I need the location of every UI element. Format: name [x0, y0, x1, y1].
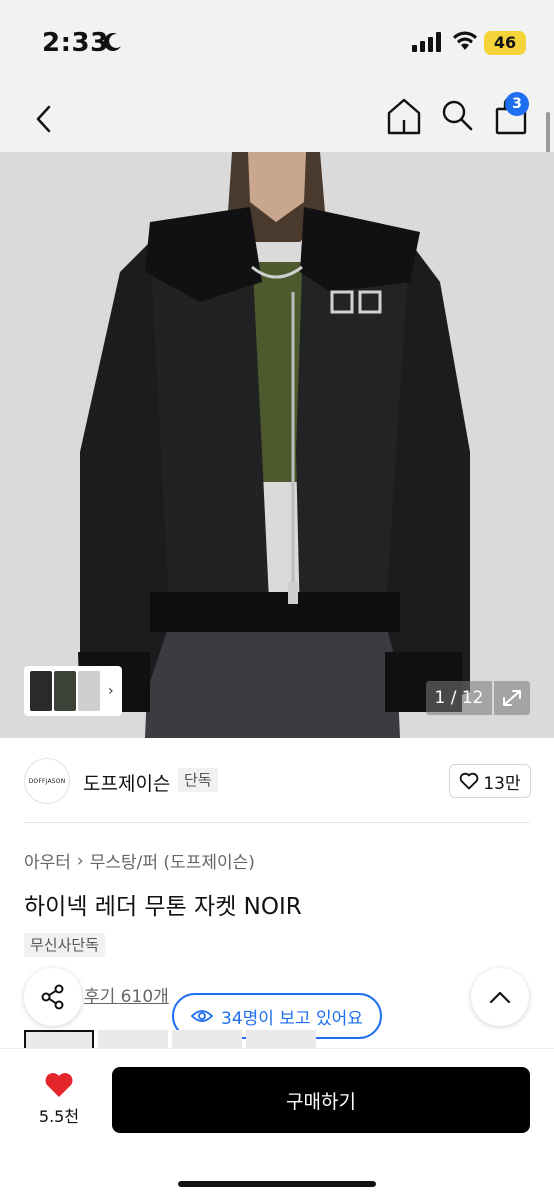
expand-image-button[interactable] — [494, 681, 530, 715]
color-option-thumbnails[interactable] — [24, 1030, 530, 1048]
brand-row: DOFFJASON 도프제이슨 단독 13만 — [0, 738, 554, 824]
gallery-thumbnail[interactable] — [78, 671, 100, 711]
gallery-thumbnail[interactable] — [30, 671, 52, 711]
search-icon[interactable] — [440, 96, 474, 136]
review-link[interactable]: 후기 610개 — [84, 982, 169, 1007]
home-icon[interactable] — [386, 96, 422, 136]
battery-icon: 46 — [484, 31, 526, 55]
share-icon — [41, 984, 64, 1010]
musinsa-exclusive-tag: 무신사단독 — [24, 933, 106, 957]
product-title: 하이넥 레더 무톤 자켓 NOIR — [24, 894, 302, 920]
wishlist-button[interactable]: 5.5천 — [30, 1071, 88, 1131]
back-icon — [36, 105, 51, 133]
chevron-up-icon — [489, 991, 511, 1004]
buy-button[interactable]: 구매하기 — [112, 1067, 530, 1133]
status-bar: 2:33 46 — [0, 0, 554, 88]
heart-outline-icon — [460, 772, 479, 790]
gallery-thumbnail-strip[interactable]: › — [24, 666, 122, 716]
product-image-gallery[interactable]: › 1 / 12 — [0, 152, 554, 738]
brand-like-button[interactable]: 13만 — [449, 764, 531, 798]
breadcrumb: 아우터 › 무스탕/퍼 (도프제이슨) — [24, 848, 255, 874]
back-button[interactable] — [26, 96, 60, 142]
color-option-thumbnail[interactable] — [172, 1030, 242, 1048]
divider — [24, 822, 530, 823]
home-indicator — [178, 1181, 376, 1187]
eye-icon — [191, 1010, 214, 1022]
moon-icon — [103, 33, 121, 52]
breadcrumb-subcategory[interactable]: 무스탕/퍼 (도프제이슨) — [90, 848, 255, 873]
color-option-thumbnail[interactable] — [24, 1030, 94, 1048]
share-button[interactable] — [24, 968, 82, 1026]
chevron-right-icon: › — [76, 850, 84, 871]
color-option-thumbnail[interactable] — [246, 1030, 316, 1048]
brand-name[interactable]: 도프제이슨 — [83, 769, 170, 796]
product-photo — [0, 152, 554, 738]
bottom-action-bar: 5.5천 구매하기 — [0, 1048, 554, 1200]
color-option-thumbnail[interactable] — [98, 1030, 168, 1048]
brand-logo[interactable]: DOFFJASON — [24, 758, 70, 804]
heart-filled-icon — [45, 1073, 73, 1097]
exclusive-badge: 단독 — [178, 768, 218, 792]
gallery-thumbnail[interactable] — [54, 671, 76, 711]
wifi-icon — [453, 31, 477, 50]
scroll-to-top-button[interactable] — [471, 968, 529, 1026]
status-time: 2:33 — [42, 28, 109, 58]
wishlist-count: 5.5천 — [38, 1107, 80, 1126]
signal-icon — [412, 32, 441, 52]
breadcrumb-category[interactable]: 아우터 — [24, 848, 71, 873]
expand-icon — [503, 690, 521, 706]
brand-like-count: 13만 — [483, 773, 521, 794]
viewers-text: 34명이 보고 있어요 — [221, 1008, 363, 1029]
image-page-counter: 1 / 12 — [426, 681, 492, 715]
nav-bar — [0, 88, 554, 152]
cart-count-badge: 3 — [505, 92, 529, 116]
chevron-right-icon: › — [108, 683, 114, 699]
